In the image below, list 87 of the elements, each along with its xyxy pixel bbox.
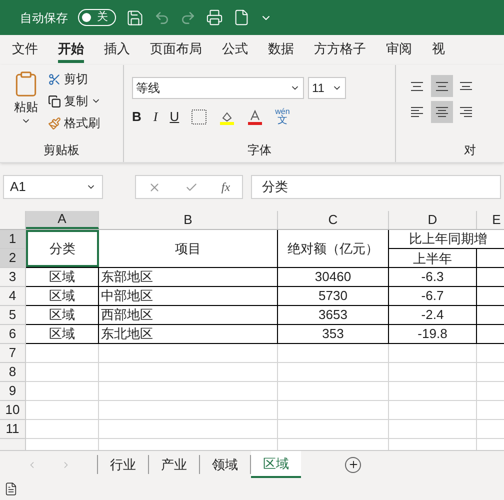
borders-icon[interactable] xyxy=(191,108,208,125)
row-number: 4 xyxy=(8,287,16,306)
cancel-icon[interactable] xyxy=(148,180,161,194)
table-cell-text: -19.8 xyxy=(418,325,448,344)
font-size-field[interactable]: 11 xyxy=(308,77,346,99)
row-number: 7 xyxy=(8,344,16,362)
ribbon-tab[interactable]: 视 xyxy=(432,37,445,63)
paste-button[interactable]: 粘贴 xyxy=(10,70,42,141)
row-number: 10 xyxy=(5,401,20,420)
table-cell-text: 区域 xyxy=(49,325,75,344)
format-painter-button[interactable]: 格式刷 xyxy=(48,114,101,132)
table-cell-text: 区域 xyxy=(49,287,75,306)
align-bottom-icon xyxy=(460,82,472,90)
sheet-tab[interactable]: 产业 xyxy=(149,455,200,474)
scissors-icon xyxy=(48,72,61,86)
table-cell-text: 30460 xyxy=(314,268,352,286)
table-cell-text: 东部地区 xyxy=(101,268,153,286)
group-label: 字体 xyxy=(246,142,272,159)
save-icon[interactable] xyxy=(126,8,144,26)
table-cell-text: 区域 xyxy=(49,306,75,324)
add-sheet-button[interactable] xyxy=(345,456,361,472)
copy-button[interactable]: 复制 xyxy=(48,92,101,110)
ribbon-tab[interactable]: 审阅 xyxy=(386,37,412,63)
align-middle-icon xyxy=(436,82,448,90)
group-label: 剪贴板 xyxy=(42,142,80,159)
name-box[interactable]: A1 xyxy=(3,175,103,199)
ribbon-tab[interactable]: 数据 xyxy=(268,37,294,63)
table-cell-text: 西部地区 xyxy=(101,306,153,324)
table-cell-text: 比上年同期增 xyxy=(409,230,487,248)
group-label: 对 xyxy=(464,142,477,159)
table-cell-text: 项目 xyxy=(175,240,201,258)
table-cell-text: -6.7 xyxy=(421,287,444,306)
alignment-button[interactable] xyxy=(430,101,453,123)
ribbon-tab[interactable]: 文件 xyxy=(12,37,38,63)
align-left-icon xyxy=(411,107,423,117)
column-header[interactable]: D xyxy=(389,211,477,229)
table-cell-text: 5730 xyxy=(318,287,348,306)
sheet-tab[interactable]: 行业 xyxy=(98,455,149,474)
ribbon-tab[interactable]: 公式 xyxy=(222,37,248,63)
underline-button[interactable]: U xyxy=(170,107,180,126)
enter-icon[interactable] xyxy=(184,180,198,194)
alignment-button[interactable] xyxy=(430,75,453,97)
table-cell-text: 3653 xyxy=(318,306,348,324)
align-center-icon xyxy=(436,107,448,117)
function-button[interactable]: fx xyxy=(221,178,230,196)
row-number: 11 xyxy=(6,420,20,438)
ribbon-tab[interactable]: 方方格子 xyxy=(314,37,366,63)
align-top-icon xyxy=(411,82,423,90)
font-color-icon[interactable] xyxy=(247,108,264,125)
row-number: 5 xyxy=(8,306,16,324)
sheet-tab[interactable]: 区域 xyxy=(251,451,301,478)
new-file-icon[interactable] xyxy=(233,9,250,26)
column-header[interactable]: A xyxy=(26,211,99,229)
column-header[interactable]: B xyxy=(99,211,278,229)
ribbon-tab[interactable]: 插入 xyxy=(104,37,130,63)
copy-icon xyxy=(48,94,61,108)
ribbon-tab[interactable]: 页面布局 xyxy=(150,37,202,63)
row-number: 6 xyxy=(8,325,16,344)
autosave-toggle[interactable]: 关 xyxy=(78,9,116,26)
align-right-icon xyxy=(460,107,472,117)
row-number: 2 xyxy=(8,249,16,268)
bold-button[interactable]: B xyxy=(132,107,142,126)
table-cell-text: 353 xyxy=(322,325,344,344)
plus-icon xyxy=(348,459,358,470)
font-name-field[interactable]: 等线 xyxy=(132,77,304,99)
column-header[interactable]: C xyxy=(278,211,389,229)
italic-button[interactable]: I xyxy=(153,107,158,126)
phonetic-button[interactable]: wén 文 xyxy=(275,108,290,126)
autosave-label: 自动保存 xyxy=(20,10,68,26)
table-cell-text: 东北地区 xyxy=(101,325,153,344)
table-cell-text: -6.3 xyxy=(421,268,444,286)
table-cell-text: -2.4 xyxy=(421,306,444,324)
cut-button[interactable]: 剪切 xyxy=(48,70,101,88)
table-cell-text: 绝对额（亿元） xyxy=(288,240,378,258)
row-number: 1 xyxy=(8,230,16,248)
row-number: 8 xyxy=(8,363,16,382)
formula-field[interactable]: 分类 xyxy=(251,175,501,199)
column-header[interactable]: E xyxy=(477,211,504,229)
row-number: 9 xyxy=(8,382,16,400)
table-cell-text: 中部地区 xyxy=(101,287,153,306)
table-cell-text: 上半年 xyxy=(413,250,452,268)
row-number: 3 xyxy=(8,268,16,286)
print-preview-icon[interactable] xyxy=(206,9,223,26)
sheet-status-icon xyxy=(4,482,18,496)
table-cell-text: 区域 xyxy=(49,268,75,286)
paintbrush-icon xyxy=(48,116,61,130)
table-cell-text: 分类 xyxy=(50,240,76,258)
